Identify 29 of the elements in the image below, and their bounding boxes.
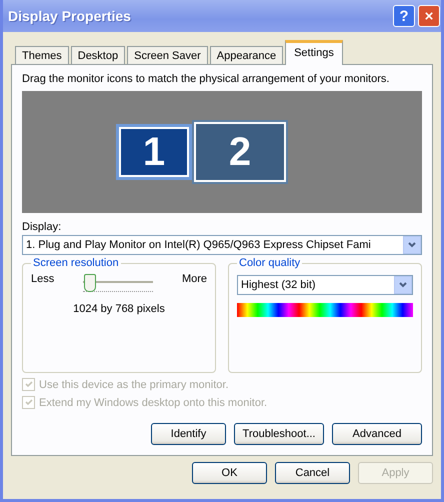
check-icon [24, 399, 32, 406]
tab[interactable]: Screen Saver [127, 46, 208, 64]
slider-thumb[interactable] [84, 274, 96, 292]
check-icon [24, 381, 32, 388]
group-title: Screen resolution [31, 257, 121, 269]
panel-button[interactable]: Advanced [332, 423, 422, 445]
dialog-button[interactable]: OK [192, 462, 267, 484]
color-quality-dropdown[interactable]: Highest (32 bit) [237, 275, 413, 295]
checkbox-label: Extend my Windows desktop onto this monitor. [39, 396, 268, 408]
group-title: Color quality [237, 257, 302, 269]
tab[interactable]: Themes [15, 46, 69, 64]
less-label: Less [31, 273, 54, 285]
tab[interactable]: Settings [285, 40, 343, 65]
checkbox-label: Use this device as the primary monitor. [39, 378, 229, 390]
display-dropdown[interactable]: 1. Plug and Play Monitor on Intel(R) Q965/Q963 Express Chipset Fami [22, 235, 422, 255]
help-button[interactable]: ? [393, 5, 415, 27]
display-label: Display: [22, 221, 62, 233]
resolution-reading: 1024 by 768 pixels [72, 303, 166, 315]
dialog-button[interactable]: Cancel [275, 462, 350, 484]
close-button[interactable]: × [418, 5, 440, 27]
instructions-text: Drag the monitor icons to match the physical arrangement of your monitors. [22, 73, 390, 85]
panel-button[interactable]: Troubleshoot... [234, 423, 324, 445]
panel-button[interactable]: Identify [151, 423, 226, 445]
window-title: Display Properties [8, 8, 132, 24]
monitor-icon[interactable]: 2 [192, 120, 288, 184]
more-label: More [182, 273, 207, 285]
tab[interactable]: Desktop [70, 46, 126, 64]
monitor-icon[interactable]: 1 [116, 124, 192, 180]
tab[interactable]: Appearance [210, 46, 284, 64]
